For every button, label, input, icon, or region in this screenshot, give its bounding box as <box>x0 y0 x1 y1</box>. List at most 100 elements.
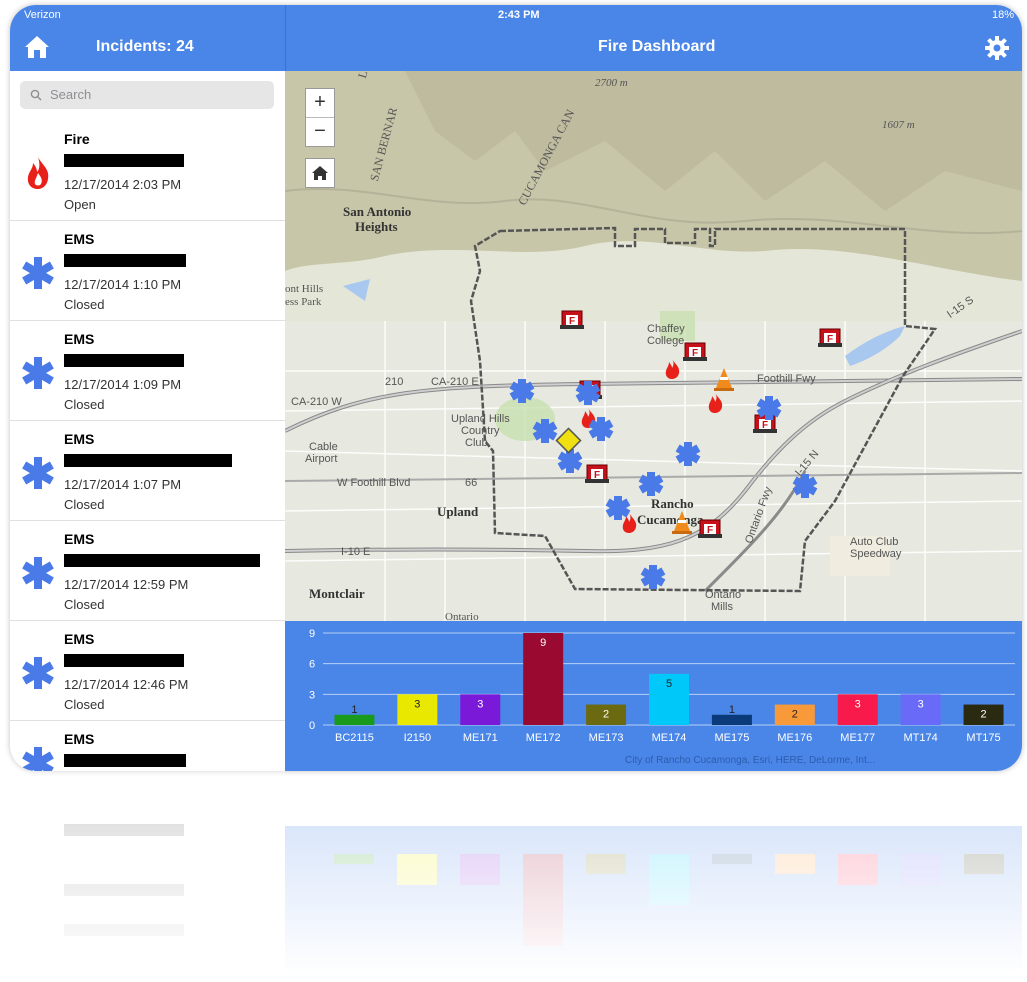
data-label: 1 <box>729 704 735 716</box>
data-label: 1 <box>351 704 357 716</box>
zoom-control: + − <box>305 88 335 147</box>
reflection-bar <box>900 854 941 885</box>
bar[interactable] <box>711 714 752 725</box>
fire-station-marker[interactable] <box>817 328 843 348</box>
search-placeholder: Search <box>50 87 92 102</box>
ems-incident-marker[interactable] <box>792 474 818 498</box>
reflection-row <box>64 884 184 896</box>
bar-chart: 0 3 6 9 1 BC2115 3 I2150 3 ME171 9 ME172 2 ME173 5 ME17… <box>309 628 1015 744</box>
incident-status: Closed <box>64 597 105 612</box>
redacted-address <box>64 254 186 267</box>
diamond-marker[interactable] <box>555 427 582 454</box>
incident-status: Closed <box>64 697 105 712</box>
ems-incident-marker[interactable] <box>605 496 631 520</box>
zoom-in-button[interactable]: + <box>306 89 334 117</box>
data-label: 3 <box>918 698 924 710</box>
star-of-life-icon <box>22 257 54 289</box>
y-tick-label: 9 <box>309 628 315 640</box>
clock: 2:43 PM <box>498 9 540 21</box>
reflection-row <box>64 824 184 836</box>
map-home-button[interactable] <box>305 158 335 188</box>
navigation-bar: Incidents: 24 Fire Dashboard <box>10 5 1022 71</box>
reflection-bar <box>837 854 878 885</box>
incident-markers: F <box>509 310 843 589</box>
incident-list: Fire 12/17/2014 2:03 PM Open EMS 12/17/2… <box>10 121 285 771</box>
incident-date: 12/17/2014 2:03 PM <box>64 177 182 192</box>
incident-date: 12/17/2014 1:10 PM <box>64 277 182 292</box>
incident-row-ems[interactable]: EMS 12/17/2014 1:09 PM Closed <box>10 321 285 421</box>
x-tick-label: ME171 <box>463 732 498 744</box>
fire-incident-marker[interactable] <box>708 393 723 413</box>
home-icon[interactable] <box>24 35 50 59</box>
redacted-address <box>64 754 186 767</box>
star-of-life-icon <box>22 557 54 589</box>
star-of-life-icon <box>22 457 54 489</box>
incident-type: EMS <box>64 331 95 347</box>
map-attribution: City of Rancho Cucamonga, Esri, HERE, De… <box>625 755 876 766</box>
y-tick-label: 6 <box>309 659 315 671</box>
fire-station-marker[interactable] <box>682 342 708 362</box>
incident-type: EMS <box>64 531 95 547</box>
ems-incident-marker[interactable] <box>532 419 558 443</box>
x-tick-label: ME172 <box>526 732 561 744</box>
reflection-bar <box>649 854 689 906</box>
data-label: 3 <box>477 698 483 710</box>
search-input[interactable]: Search <box>20 81 274 109</box>
redacted-address <box>64 154 184 167</box>
reflection-bar <box>963 854 1004 875</box>
incident-type: Fire <box>64 131 90 147</box>
ems-incident-marker[interactable] <box>756 396 782 420</box>
bar[interactable] <box>334 714 375 725</box>
x-tick-label: I2150 <box>404 732 432 744</box>
ems-incident-marker[interactable] <box>557 449 583 473</box>
x-tick-label: ME177 <box>840 732 875 744</box>
star-of-life-icon <box>22 357 54 389</box>
incident-map[interactable]: 2700 m 1607 m LOS ANGE SAN BERNAR CUCAMO… <box>285 71 1022 621</box>
ems-incident-marker[interactable] <box>588 417 614 441</box>
fire-icon <box>27 157 49 189</box>
gear-icon[interactable] <box>984 35 1010 61</box>
incident-date: 12/17/2014 12:46 PM <box>64 677 189 692</box>
y-tick-label: 0 <box>309 720 315 732</box>
zoom-out-button[interactable]: − <box>306 118 334 146</box>
reflection-chart <box>285 826 1022 976</box>
search-icon <box>30 89 42 101</box>
fire-incident-marker[interactable] <box>665 359 680 379</box>
ems-incident-marker[interactable] <box>509 379 535 403</box>
ems-incident-marker[interactable] <box>640 565 666 589</box>
fire-station-marker[interactable] <box>697 519 723 539</box>
incidents-count-title: Incidents: 24 <box>96 38 194 55</box>
data-label: 5 <box>666 678 672 690</box>
y-tick-label: 3 <box>309 689 315 701</box>
hazard-cone-marker[interactable] <box>672 511 692 534</box>
data-label: 3 <box>855 698 861 710</box>
incident-type: EMS <box>64 631 95 647</box>
reflection-sidebar <box>10 771 285 976</box>
incident-row-ems[interactable]: EMS <box>10 721 285 771</box>
x-tick-label: MT175 <box>966 732 1000 744</box>
ems-incident-marker[interactable] <box>675 442 701 466</box>
data-label: 3 <box>414 698 420 710</box>
incident-date: 12/17/2014 1:07 PM <box>64 477 182 492</box>
incident-row-ems[interactable]: EMS 12/17/2014 12:59 PM Closed <box>10 521 285 621</box>
fire-station-marker[interactable] <box>584 464 610 484</box>
ems-incident-marker[interactable] <box>638 472 664 496</box>
unit-count-chart: 0 3 6 9 1 BC2115 3 I2150 3 ME171 9 ME172 2 ME173 5 ME17… <box>285 621 1022 771</box>
reflection-bar <box>460 854 501 885</box>
incident-row-fire[interactable]: Fire 12/17/2014 2:03 PM Open <box>10 121 285 221</box>
incident-row-ems[interactable]: EMS 12/17/2014 1:10 PM Closed <box>10 221 285 321</box>
incident-type: EMS <box>64 231 95 247</box>
incident-row-ems[interactable]: EMS 12/17/2014 1:07 PM Closed <box>10 421 285 521</box>
reflection-bar <box>334 854 375 865</box>
incident-status: Closed <box>64 397 105 412</box>
ipad-screen: Verizon 2:43 PM 18% Incidents: 24 Fire D… <box>10 5 1022 771</box>
incident-status: Closed <box>64 497 105 512</box>
fire-station-marker[interactable] <box>559 310 585 330</box>
dashboard-title: Fire Dashboard <box>598 38 716 55</box>
hazard-cone-marker[interactable] <box>714 368 734 391</box>
incident-row-ems[interactable]: EMS 12/17/2014 12:46 PM Closed <box>10 621 285 721</box>
reflection-row <box>64 924 184 936</box>
reflection-bar <box>711 854 752 865</box>
x-tick-label: BC2115 <box>335 732 374 744</box>
data-label: 2 <box>603 709 609 721</box>
